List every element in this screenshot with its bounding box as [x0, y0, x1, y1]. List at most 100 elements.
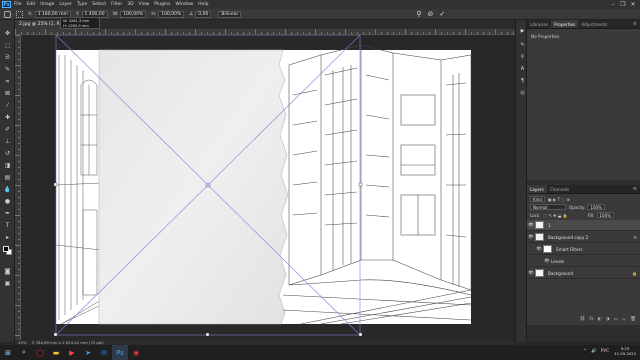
- history-brush-tool-icon[interactable]: ↺: [3, 150, 12, 157]
- glyphs-panel-icon[interactable]: ◎: [519, 90, 526, 96]
- menu-filter[interactable]: Filter: [111, 2, 122, 7]
- menu-view[interactable]: View: [139, 2, 150, 7]
- tab-properties[interactable]: Properties: [551, 20, 579, 28]
- visibility-eye-icon[interactable]: 👁: [527, 235, 535, 240]
- eraser-tool-icon[interactable]: ◨: [3, 162, 12, 169]
- lock-icons[interactable]: ⬚ ✎ ✥ ⬓ 🔒: [543, 213, 567, 218]
- reference-point-option[interactable]: [16, 10, 23, 18]
- frame-tool-icon[interactable]: ⊠: [3, 90, 12, 97]
- warp-mode-icon[interactable]: ⚲: [416, 10, 421, 18]
- windows-start-icon[interactable]: ⊞: [0, 345, 16, 360]
- layer-row-background-copy-2[interactable]: 👁 Background copy 2 ⚙: [527, 232, 640, 243]
- brush-settings-icon[interactable]: ✎: [519, 42, 526, 48]
- dodge-tool-icon[interactable]: ●: [3, 198, 12, 205]
- new-layer-icon[interactable]: ＋: [622, 317, 627, 323]
- close-window-button[interactable]: ✕: [628, 0, 638, 9]
- menu-image[interactable]: Image: [40, 2, 54, 7]
- menu-edit[interactable]: Edit: [27, 2, 36, 7]
- layer-style-icon[interactable]: fx: [589, 317, 593, 323]
- taskbar-clock[interactable]: 9:25 11.09.2022: [614, 346, 636, 356]
- layer-row-levels[interactable]: 👁 Levels: [527, 256, 640, 267]
- angle-field[interactable]: ∠ 0,00: [189, 10, 212, 18]
- visibility-eye-icon[interactable]: 👁: [527, 271, 535, 276]
- minimize-button[interactable]: –: [608, 0, 618, 9]
- move-tool-preset-icon[interactable]: [4, 10, 11, 18]
- brush-tool-icon[interactable]: ✐: [3, 126, 12, 133]
- crop-tool-icon[interactable]: ⌗: [3, 78, 12, 85]
- quick-select-tool-icon[interactable]: ✎: [3, 66, 12, 73]
- quick-mask-icon[interactable]: ◙: [3, 268, 12, 275]
- transform-handle-bottom-right[interactable]: [358, 332, 363, 337]
- filter-icons[interactable]: ▣ ◐ T ⬚ ⊕: [548, 197, 570, 202]
- cancel-transform-icon[interactable]: ⊘: [428, 10, 434, 18]
- character-panel-icon[interactable]: A: [519, 66, 526, 72]
- panel-menu-icon[interactable]: ≡: [633, 20, 640, 28]
- menu-help[interactable]: Help: [198, 2, 208, 7]
- foreground-color-swatch[interactable]: [3, 246, 9, 252]
- screen-mode-icon[interactable]: ▣: [3, 280, 12, 287]
- opera-browser-icon[interactable]: ◯: [32, 345, 48, 360]
- fill-input[interactable]: 100%: [596, 212, 614, 218]
- document-canvas[interactable]: [21, 35, 515, 340]
- visibility-eye-icon[interactable]: 👁: [527, 223, 535, 228]
- telegram-icon[interactable]: ➤: [80, 345, 96, 360]
- path-selection-tool-icon[interactable]: ▸: [3, 234, 12, 241]
- clone-stamp-tool-icon[interactable]: ⊥: [3, 138, 12, 145]
- link-layers-icon[interactable]: ⛓: [580, 317, 586, 323]
- tab-adjustments[interactable]: Adjustments: [578, 20, 610, 28]
- marquee-tool-icon[interactable]: ⬚: [3, 42, 12, 49]
- transform-handle-bottom-left[interactable]: [53, 332, 58, 337]
- height-field[interactable]: H: 100,00%: [151, 10, 185, 18]
- eyedropper-tool-icon[interactable]: ⁄: [3, 102, 12, 109]
- recording-app-icon[interactable]: ◉: [128, 345, 144, 360]
- menu-select[interactable]: Select: [92, 2, 106, 7]
- language-indicator[interactable]: РУС: [601, 349, 610, 354]
- adjustment-layer-icon[interactable]: ◑: [606, 317, 610, 323]
- clone-source-icon[interactable]: ⚲: [519, 54, 526, 60]
- tab-layers[interactable]: Layers: [527, 185, 547, 193]
- kind-filter-select[interactable]: Kind: [530, 196, 545, 202]
- play-actions-icon[interactable]: ▶: [519, 28, 526, 34]
- search-icon[interactable]: ⌕: [16, 345, 32, 360]
- delete-layer-icon[interactable]: 🗑: [630, 317, 636, 323]
- tab-channels[interactable]: Channels: [547, 185, 572, 193]
- gradient-tool-icon[interactable]: ▤: [3, 174, 12, 181]
- layer-row-background[interactable]: 👁 Background 🔒: [527, 268, 640, 279]
- move-tool-icon[interactable]: ✥: [3, 30, 12, 37]
- menu-type[interactable]: Type: [77, 2, 87, 7]
- interpolation-field[interactable]: Bilinear: [216, 10, 242, 18]
- pen-tool-icon[interactable]: ✒: [3, 210, 12, 217]
- mail-icon[interactable]: ✉: [96, 345, 112, 360]
- menu-layer[interactable]: Layer: [59, 2, 72, 7]
- angle-input[interactable]: 0,00: [195, 10, 212, 18]
- lasso-tool-icon[interactable]: ᘐ: [3, 54, 12, 61]
- width-field[interactable]: W: 100,00%: [113, 10, 147, 18]
- add-mask-icon[interactable]: ◐: [598, 317, 602, 323]
- blur-tool-icon[interactable]: 💧: [3, 186, 12, 193]
- layer-row-1[interactable]: 👁 1: [527, 220, 640, 231]
- type-tool-icon[interactable]: T: [3, 222, 12, 229]
- new-group-icon[interactable]: ▭: [614, 317, 618, 323]
- interpolation-select[interactable]: Bilinear: [218, 10, 242, 18]
- restore-button[interactable]: ❐: [618, 0, 628, 9]
- volume-icon[interactable]: 🔊: [591, 349, 597, 354]
- menu-3d[interactable]: 3D: [127, 2, 133, 7]
- healing-brush-tool-icon[interactable]: ✚: [3, 114, 12, 121]
- transform-handle-bottom[interactable]: [205, 332, 210, 337]
- tray-overflow-icon[interactable]: ^: [583, 349, 587, 354]
- commit-transform-icon[interactable]: ✓: [439, 10, 445, 18]
- layers-menu-icon[interactable]: ≡: [633, 185, 640, 193]
- menu-plugins[interactable]: Plugins: [154, 2, 170, 7]
- blend-mode-select[interactable]: Normal: [530, 204, 566, 210]
- menu-file[interactable]: File: [14, 2, 22, 7]
- canvas-workspace[interactable]: [21, 35, 515, 340]
- menu-window[interactable]: Window: [175, 2, 193, 7]
- tab-libraries[interactable]: Libraries: [527, 20, 551, 28]
- youtube-icon[interactable]: ▶: [64, 345, 80, 360]
- file-explorer-icon[interactable]: ▬: [48, 345, 64, 360]
- layer-row-smart-filters[interactable]: 👁 Smart Filters: [527, 244, 640, 255]
- photoshop-taskbar-icon[interactable]: Ps: [112, 345, 128, 360]
- opacity-input[interactable]: 100%: [587, 204, 605, 210]
- transform-handle-right[interactable]: [358, 182, 363, 187]
- paragraph-panel-icon[interactable]: ¶: [519, 78, 526, 84]
